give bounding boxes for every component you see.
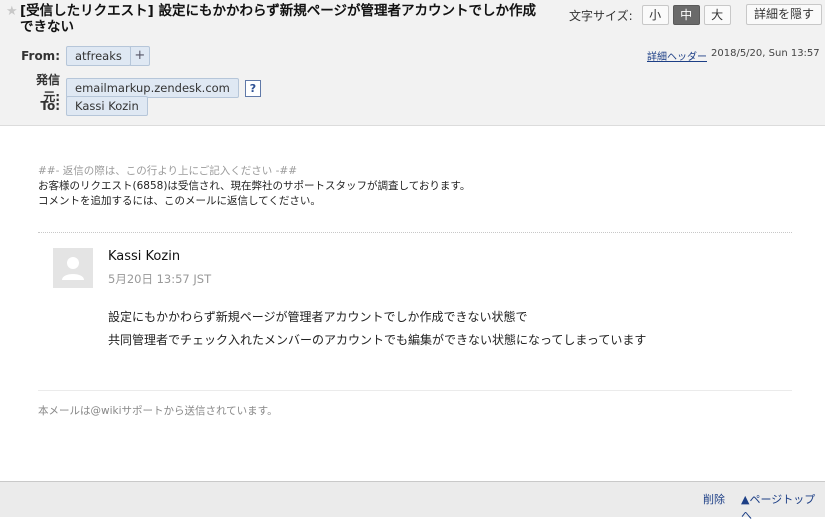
message-header: ★ [受信したリクエスト] 設定にもかかわらず新規ページが管理者アカウントでしか…	[0, 0, 825, 126]
to-row: To: Kassi Kozin	[20, 96, 148, 116]
from-label: From:	[21, 49, 60, 63]
comment-author: Kassi Kozin	[108, 249, 181, 264]
comment-time: 5月20日 13:57 JST	[108, 272, 212, 286]
comment-body-line-2: 共同管理者でチェック入れたメンバーのアカウントでも編集ができない状態になってしま…	[108, 333, 647, 347]
page-top-link[interactable]: ▲ページトップへ	[741, 491, 825, 523]
intro-line-1: お客様のリクエスト(6858)は受信され、現在弊社のサポートスタッフが調査してお…	[38, 180, 471, 192]
reply-note: ##- 返信の際は、この行より上にご記入ください -##	[38, 165, 298, 177]
divider	[38, 232, 792, 233]
comment-body-line-1: 設定にもかかわらず新規ページが管理者アカウントでしか作成できない状態で	[108, 310, 528, 324]
user-icon	[62, 257, 84, 280]
message-date: 2018/5/20, Sun 13:57	[711, 48, 820, 59]
hide-details-button[interactable]: 詳細を隠す	[746, 4, 823, 25]
from-chip[interactable]: atfreaks	[66, 46, 131, 66]
divider	[38, 390, 792, 391]
font-size-control: 文字サイズ: 小 中 大	[569, 5, 731, 25]
from-row: From: atfreaks +	[20, 46, 150, 66]
bottom-toolbar: 削除 ▲ページトップへ	[0, 481, 825, 522]
add-contact-button[interactable]: +	[129, 46, 150, 66]
intro-line-2: コメントを追加するには、このメールに返信してください。	[38, 195, 321, 207]
avatar	[53, 248, 93, 288]
help-icon[interactable]: ?	[244, 79, 261, 97]
delete-link[interactable]: 削除	[703, 491, 725, 507]
footer-note: 本メールは@wikiサポートから送信されています。	[38, 405, 278, 417]
font-size-small-button[interactable]: 小	[641, 5, 669, 25]
font-size-medium-button[interactable]: 中	[672, 5, 700, 25]
message-subject: [受信したリクエスト] 設定にもかかわらず新規ページが管理者アカウントでしか作成…	[20, 3, 536, 35]
to-chip[interactable]: Kassi Kozin	[66, 96, 148, 116]
font-size-large-button[interactable]: 大	[703, 5, 731, 25]
detail-header-link[interactable]: 詳細ヘッダー	[647, 48, 707, 63]
sender-chip[interactable]: emailmarkup.zendesk.com	[66, 78, 239, 98]
to-label: To:	[40, 99, 60, 113]
star-icon[interactable]: ★	[6, 4, 18, 19]
font-size-label: 文字サイズ:	[569, 8, 633, 23]
